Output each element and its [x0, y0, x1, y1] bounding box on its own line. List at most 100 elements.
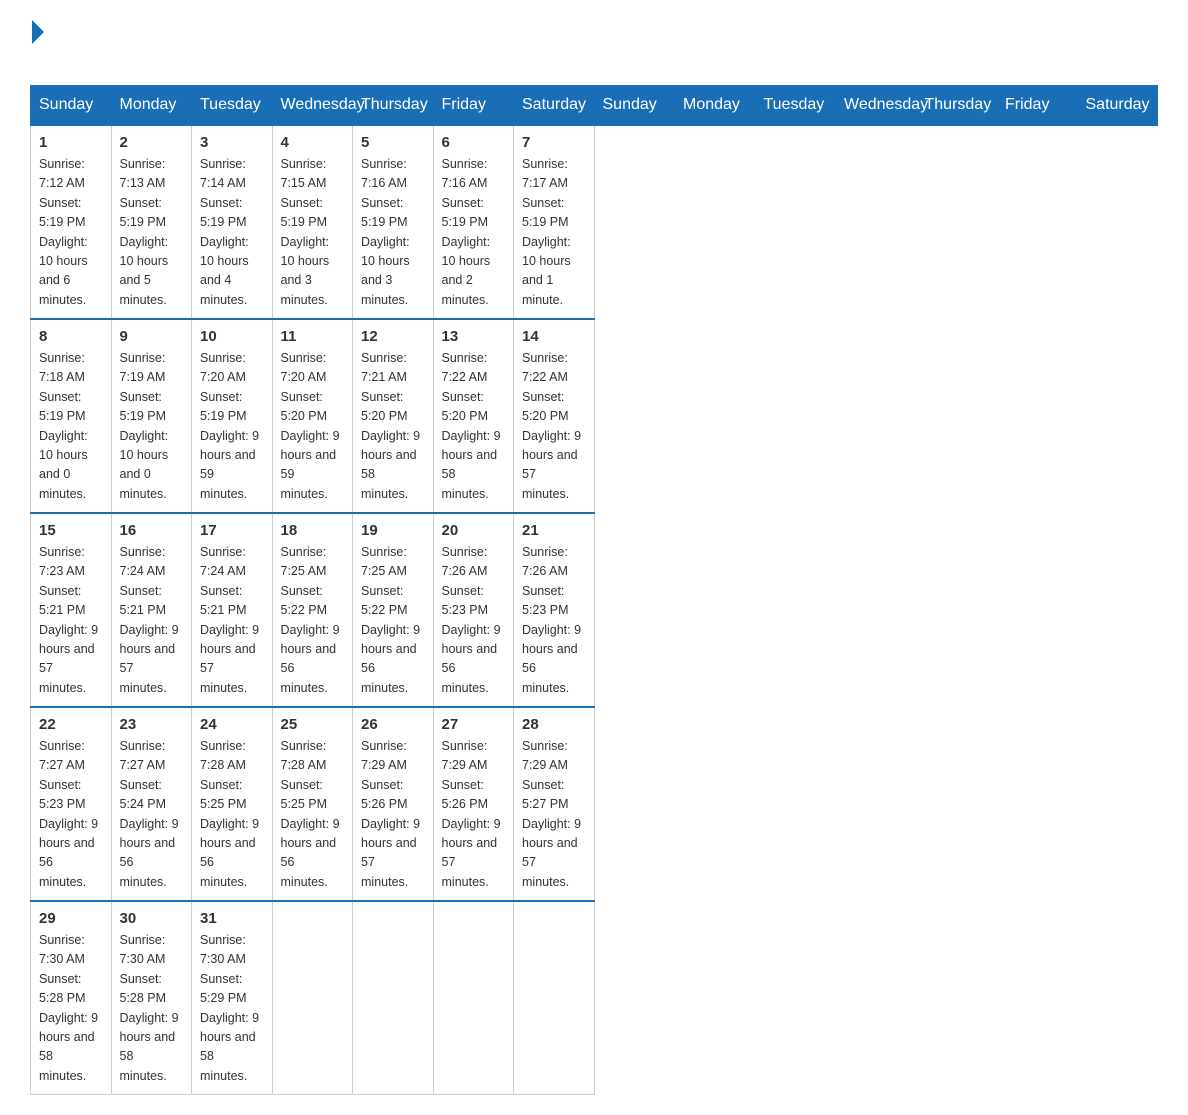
- day-number: 20: [442, 522, 506, 539]
- calendar-cell: 31 Sunrise: 7:30 AMSunset: 5:29 PMDayligh…: [192, 901, 273, 1095]
- page-header: [30, 20, 1158, 65]
- col-header-monday: Monday: [675, 86, 756, 126]
- day-number: 17: [200, 522, 264, 539]
- calendar-cell: 27Sunrise: 7:29 AMSunset: 5:26 PMDayligh…: [433, 707, 514, 901]
- day-info: Sunrise: 7:22 AMSunset: 5:20 PMDaylight:…: [442, 349, 506, 504]
- calendar-week-4: 22 Sunrise: 7:27 AMSunset: 5:23 PMDayligh…: [31, 707, 1158, 901]
- calendar-cell: 25Sunrise: 7:28 AMSunset: 5:25 PMDayligh…: [272, 707, 353, 901]
- col-header-tuesday: Tuesday: [755, 86, 836, 126]
- calendar-cell: 5 Sunrise: 7:16 AMSunset: 5:19 PMDaylight…: [353, 125, 434, 319]
- day-info: Sunrise: 7:22 AMSunset: 5:20 PMDaylight:…: [522, 349, 586, 504]
- day-info: Sunrise: 7:29 AMSunset: 5:26 PMDaylight:…: [361, 737, 425, 892]
- calendar-cell: 29 Sunrise: 7:30 AMSunset: 5:28 PMDayligh…: [31, 901, 112, 1095]
- calendar-cell: 12 Sunrise: 7:21 AMSunset: 5:20 PMDayligh…: [353, 319, 434, 513]
- day-info: Sunrise: 7:28 AMSunset: 5:25 PMDaylight:…: [200, 737, 264, 892]
- day-info: Sunrise: 7:30 AMSunset: 5:29 PMDaylight:…: [200, 931, 264, 1086]
- day-number: 30: [120, 910, 184, 927]
- col-header-friday: Friday: [433, 86, 514, 126]
- calendar-cell: 10 Sunrise: 7:20 AMSunset: 5:19 PMDayligh…: [192, 319, 273, 513]
- calendar-cell: [272, 901, 353, 1095]
- day-number: 2: [120, 134, 184, 151]
- calendar-table: SundayMondayTuesdayWednesdayThursdayFrid…: [30, 85, 1158, 1095]
- day-info: Sunrise: 7:30 AMSunset: 5:28 PMDaylight:…: [39, 931, 103, 1086]
- col-header-sunday: Sunday: [31, 86, 112, 126]
- day-info: Sunrise: 7:21 AMSunset: 5:20 PMDaylight:…: [361, 349, 425, 504]
- day-number: 4: [281, 134, 345, 151]
- day-number: 14: [522, 328, 586, 345]
- calendar-cell: 15Sunrise: 7:23 AMSunset: 5:21 PMDayligh…: [31, 513, 112, 707]
- day-number: 19: [361, 522, 425, 539]
- day-number: 27: [442, 716, 506, 733]
- day-info: Sunrise: 7:20 AMSunset: 5:19 PMDaylight:…: [200, 349, 264, 504]
- day-number: 26: [361, 716, 425, 733]
- day-info: Sunrise: 7:24 AMSunset: 5:21 PMDaylight:…: [200, 543, 264, 698]
- day-info: Sunrise: 7:16 AMSunset: 5:19 PMDaylight:…: [361, 155, 425, 310]
- logo: [30, 20, 46, 65]
- day-number: 29: [39, 910, 103, 927]
- day-info: Sunrise: 7:18 AMSunset: 5:19 PMDaylight:…: [39, 349, 103, 504]
- day-number: 5: [361, 134, 425, 151]
- day-info: Sunrise: 7:27 AMSunset: 5:24 PMDaylight:…: [120, 737, 184, 892]
- day-info: Sunrise: 7:12 AMSunset: 5:19 PMDaylight:…: [39, 155, 103, 310]
- day-number: 12: [361, 328, 425, 345]
- calendar-cell: 16Sunrise: 7:24 AMSunset: 5:21 PMDayligh…: [111, 513, 192, 707]
- day-number: 13: [442, 328, 506, 345]
- day-info: Sunrise: 7:26 AMSunset: 5:23 PMDaylight:…: [442, 543, 506, 698]
- col-header-sunday: Sunday: [594, 86, 675, 126]
- calendar-cell: 18 Sunrise: 7:25 AMSunset: 5:22 PMDayligh…: [272, 513, 353, 707]
- day-number: 31: [200, 910, 264, 927]
- day-info: Sunrise: 7:14 AMSunset: 5:19 PMDaylight:…: [200, 155, 264, 310]
- day-info: Sunrise: 7:30 AMSunset: 5:28 PMDaylight:…: [120, 931, 184, 1086]
- col-header-thursday: Thursday: [353, 86, 434, 126]
- day-number: 10: [200, 328, 264, 345]
- calendar-cell: 7 Sunrise: 7:17 AMSunset: 5:19 PMDaylight…: [514, 125, 595, 319]
- day-number: 24: [200, 716, 264, 733]
- calendar-cell: 30 Sunrise: 7:30 AMSunset: 5:28 PMDayligh…: [111, 901, 192, 1095]
- calendar-header-row: SundayMondayTuesdayWednesdayThursdayFrid…: [31, 86, 1158, 126]
- day-info: Sunrise: 7:20 AMSunset: 5:20 PMDaylight:…: [281, 349, 345, 504]
- col-header-tuesday: Tuesday: [192, 86, 273, 126]
- col-header-saturday: Saturday: [1077, 86, 1158, 126]
- col-header-saturday: Saturday: [514, 86, 595, 126]
- calendar-cell: 28Sunrise: 7:29 AMSunset: 5:27 PMDayligh…: [514, 707, 595, 901]
- calendar-cell: 14 Sunrise: 7:22 AMSunset: 5:20 PMDayligh…: [514, 319, 595, 513]
- calendar-cell: 2Sunrise: 7:13 AMSunset: 5:19 PMDaylight…: [111, 125, 192, 319]
- day-number: 16: [120, 522, 184, 539]
- day-info: Sunrise: 7:29 AMSunset: 5:27 PMDaylight:…: [522, 737, 586, 892]
- calendar-cell: 8 Sunrise: 7:18 AMSunset: 5:19 PMDaylight…: [31, 319, 112, 513]
- day-info: Sunrise: 7:15 AMSunset: 5:19 PMDaylight:…: [281, 155, 345, 310]
- calendar-week-2: 8 Sunrise: 7:18 AMSunset: 5:19 PMDaylight…: [31, 319, 1158, 513]
- calendar-cell: 22 Sunrise: 7:27 AMSunset: 5:23 PMDayligh…: [31, 707, 112, 901]
- calendar-cell: [514, 901, 595, 1095]
- calendar-cell: 3Sunrise: 7:14 AMSunset: 5:19 PMDaylight…: [192, 125, 273, 319]
- col-header-friday: Friday: [997, 86, 1078, 126]
- day-info: Sunrise: 7:26 AMSunset: 5:23 PMDaylight:…: [522, 543, 586, 698]
- calendar-cell: 6Sunrise: 7:16 AMSunset: 5:19 PMDaylight…: [433, 125, 514, 319]
- day-info: Sunrise: 7:16 AMSunset: 5:19 PMDaylight:…: [442, 155, 506, 310]
- calendar-cell: 20 Sunrise: 7:26 AMSunset: 5:23 PMDayligh…: [433, 513, 514, 707]
- calendar-week-1: 1Sunrise: 7:12 AMSunset: 5:19 PMDaylight…: [31, 125, 1158, 319]
- calendar-cell: 13 Sunrise: 7:22 AMSunset: 5:20 PMDayligh…: [433, 319, 514, 513]
- calendar-cell: 26 Sunrise: 7:29 AMSunset: 5:26 PMDayligh…: [353, 707, 434, 901]
- day-number: 22: [39, 716, 103, 733]
- calendar-week-3: 15Sunrise: 7:23 AMSunset: 5:21 PMDayligh…: [31, 513, 1158, 707]
- day-info: Sunrise: 7:23 AMSunset: 5:21 PMDaylight:…: [39, 543, 103, 698]
- col-header-thursday: Thursday: [916, 86, 997, 126]
- calendar-cell: 9Sunrise: 7:19 AMSunset: 5:19 PMDaylight…: [111, 319, 192, 513]
- logo-arrow-icon: [32, 20, 44, 44]
- calendar-cell: 11Sunrise: 7:20 AMSunset: 5:20 PMDayligh…: [272, 319, 353, 513]
- day-number: 8: [39, 328, 103, 345]
- col-header-monday: Monday: [111, 86, 192, 126]
- day-info: Sunrise: 7:17 AMSunset: 5:19 PMDaylight:…: [522, 155, 586, 310]
- calendar-cell: 24 Sunrise: 7:28 AMSunset: 5:25 PMDayligh…: [192, 707, 273, 901]
- day-number: 7: [522, 134, 586, 151]
- day-info: Sunrise: 7:27 AMSunset: 5:23 PMDaylight:…: [39, 737, 103, 892]
- calendar-cell: 17 Sunrise: 7:24 AMSunset: 5:21 PMDayligh…: [192, 513, 273, 707]
- calendar-cell: [433, 901, 514, 1095]
- col-header-wednesday: Wednesday: [272, 86, 353, 126]
- calendar-cell: 21Sunrise: 7:26 AMSunset: 5:23 PMDayligh…: [514, 513, 595, 707]
- day-info: Sunrise: 7:25 AMSunset: 5:22 PMDaylight:…: [281, 543, 345, 698]
- day-number: 18: [281, 522, 345, 539]
- calendar-cell: 23Sunrise: 7:27 AMSunset: 5:24 PMDayligh…: [111, 707, 192, 901]
- calendar-cell: [353, 901, 434, 1095]
